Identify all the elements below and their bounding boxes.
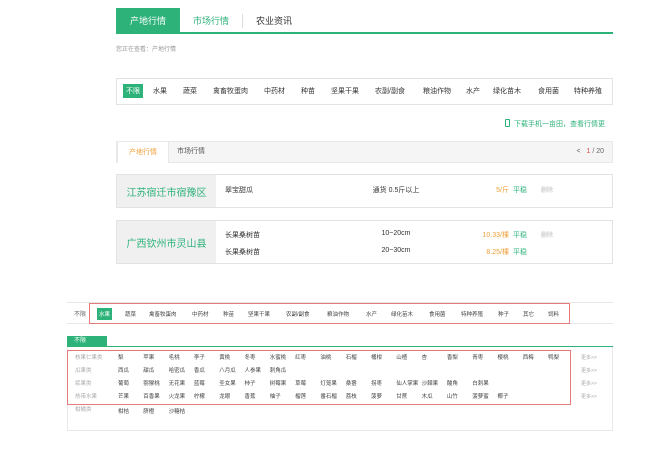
product-spec: 20~30cm [381,247,411,254]
product-spec: 通货 0.5斤以上 [372,187,420,194]
category-bar: 不限 水果 蔬菜 禽畜牧蛋肉 中药材 种苗 坚果干果 农副/副食 粮油作物 水产… [116,78,613,105]
fruit-item[interactable]: 沙糖桔 [169,407,186,415]
fruit-item[interactable]: 脐橙 [143,407,154,415]
tab-market[interactable]: 市场行情 [177,142,205,162]
breadcrumb: 您正在查看：产地行情 [116,47,177,53]
product-price: 10.33/棵 [482,232,509,239]
more-link[interactable]: 更多>> [581,393,597,400]
quote-row: 长果桑树苗 20~30cm 8.25/棵 平稳 [117,247,612,259]
category-fruit[interactable]: 水果 [153,86,167,96]
category-special-breeding[interactable]: 特种养殖 [574,86,602,96]
quote-record: 江苏宿迁市宿豫区 翠宝甜瓜 通货 0.5斤以上 5/斤 平稳 删除 [116,174,613,208]
fruit-item[interactable]: 柑桔 [118,407,129,415]
more-link[interactable]: 更多>> [581,354,597,361]
category-fungi[interactable]: 食用菌 [538,86,559,96]
row-stamp: 删除 [541,233,554,239]
tab-origin-quotes[interactable]: 产地行情 [116,8,180,34]
quote-row: 长果桑树苗 10~20cm 10.33/棵 平稳 删除 [117,230,612,242]
tab-market-quotes[interactable]: 市场行情 [180,8,242,34]
subcategory-label[interactable]: 柑橘类 [75,405,92,413]
category-all[interactable]: 不限 [123,84,143,98]
price-trend: 平稳 [513,249,527,256]
quote-tab-bar: 产地行情 市场行情 < 1 / 20 [116,141,613,163]
product-name[interactable]: 长果桑树苗 [225,247,260,257]
category-nursery[interactable]: 绿化苗木 [493,86,521,96]
product-name[interactable]: 长果桑树苗 [225,230,260,240]
price-trend: 平稳 [513,232,527,239]
current-page: 1 [586,148,591,155]
quote-row: 翠宝甜瓜 通货 0.5斤以上 5/斤 平稳 删除 [117,185,612,197]
product-name[interactable]: 翠宝甜瓜 [225,185,253,195]
category-nuts[interactable]: 坚果干果 [331,86,359,96]
tab-agri-news[interactable]: 农业资讯 [242,8,306,34]
phone-icon [505,119,510,127]
category-grain-oil[interactable]: 粮油作物 [423,86,451,96]
total-pages: / 20 [592,148,604,155]
category-seedlings[interactable]: 种苗 [301,86,315,96]
more-link[interactable]: 更多>> [581,380,597,387]
top-nav: 产地行情 市场行情 农业资讯 [116,8,613,34]
product-price: 5/斤 [496,187,509,194]
tab-origin[interactable]: 产地行情 [117,141,169,163]
category-aquatic[interactable]: 水产 [466,86,480,96]
quote-record: 广西钦州市灵山县 长果桑树苗 10~20cm 10.33/棵 平稳 删除 长果桑… [116,220,613,264]
category-byproducts[interactable]: 农副/副食 [375,86,405,96]
product-spec: 10~20cm [381,230,411,237]
highlight-box [89,303,570,324]
category-herbs[interactable]: 中药材 [264,86,285,96]
row-stamp: 删除 [541,188,554,194]
download-app-link[interactable]: 下载手机一亩田，查看行情更 [505,119,605,129]
price-trend: 平稳 [513,187,527,194]
category-vegetables[interactable]: 蔬菜 [183,86,197,96]
highlight-box [67,350,571,405]
category-livestock[interactable]: 禽畜牧蛋肉 [213,86,248,96]
lower-category-label[interactable]: 不限 [74,309,86,318]
more-link[interactable]: 更多>> [581,367,597,374]
product-price: 8.25/棵 [486,249,509,256]
pager: < 1 / 20 [577,142,604,162]
prev-page-button[interactable]: < [577,148,581,155]
download-app-text: 下载手机一亩田，查看行情更 [514,121,605,128]
